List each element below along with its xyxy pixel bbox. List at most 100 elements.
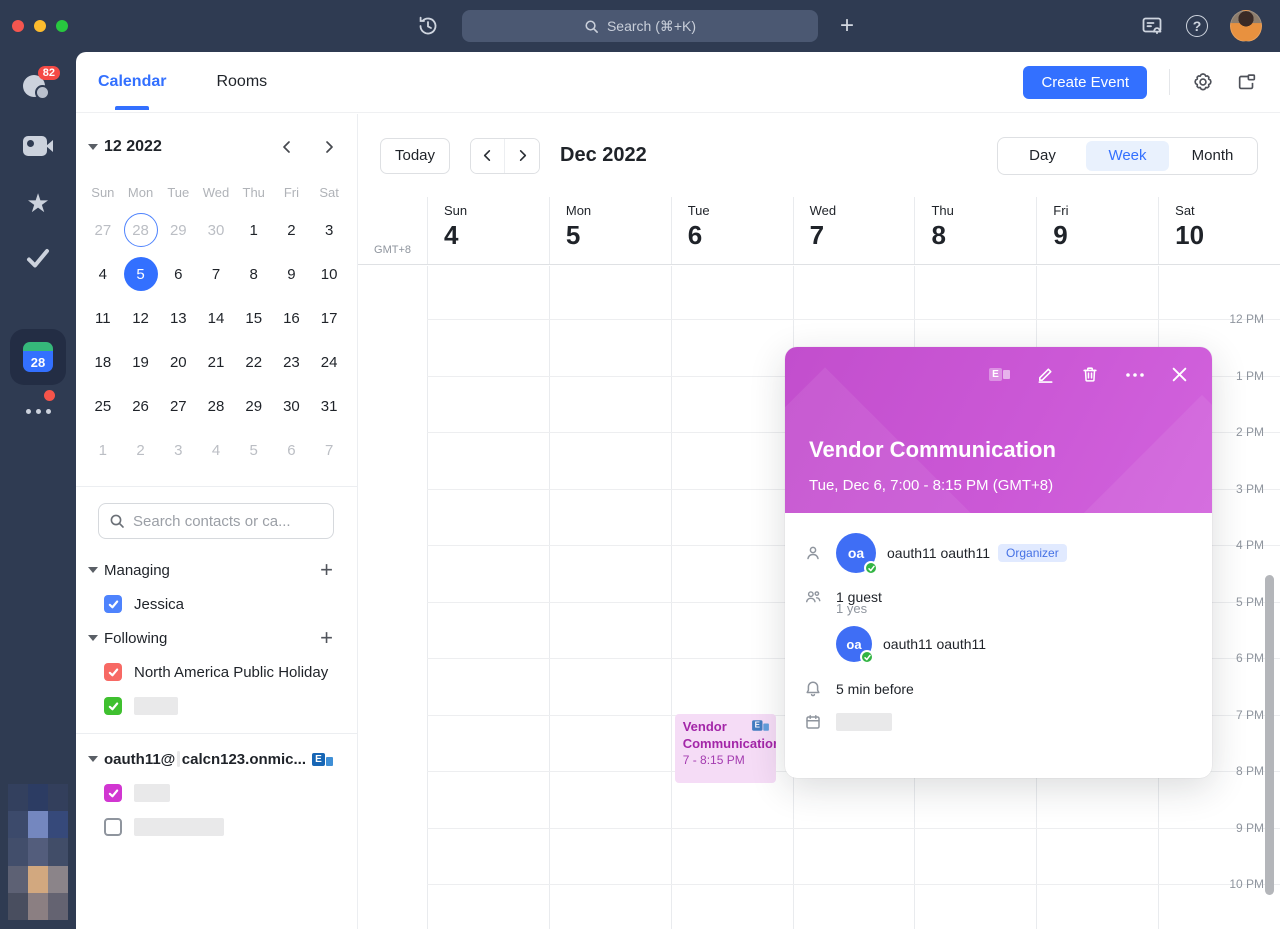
mini-calendar-day[interactable]: 20 [159,340,197,384]
mini-calendar-day[interactable]: 21 [197,340,235,384]
calendar-list-item[interactable] [76,810,357,844]
today-button[interactable]: Today [380,138,450,174]
mini-calendar-day[interactable]: 5 [235,428,273,472]
mini-calendar-day[interactable]: 19 [122,340,160,384]
mini-calendar-day[interactable]: 27 [159,384,197,428]
calendar-checkbox[interactable] [104,784,122,802]
mini-calendar-day[interactable]: 28 [197,384,235,428]
mini-calendar-day[interactable]: 1 [235,208,273,252]
mini-calendar-day[interactable]: 29 [159,208,197,252]
calendar-checkbox[interactable] [104,595,122,613]
event-block-vendor-communication[interactable]: E Vendor Communication 7 - 8:15 PM [675,714,776,783]
day-column[interactable] [671,266,793,929]
mini-calendar-day[interactable]: 6 [159,252,197,296]
caret-down-icon[interactable] [88,635,98,641]
day-header-sun[interactable]: Sun4 [427,197,549,264]
panels-layout-icon[interactable] [1236,71,1258,93]
mini-calendar-day[interactable]: 11 [84,296,122,340]
caret-down-icon[interactable] [88,567,98,573]
tab-calendar[interactable]: Calendar [98,73,166,91]
mini-calendar-day[interactable]: 7 [310,428,348,472]
next-week-button[interactable] [505,139,539,173]
more-options-icon[interactable] [1125,372,1145,378]
sidebar-item-favorites[interactable]: ★ [0,175,76,231]
mini-calendar-day[interactable]: 3 [310,208,348,252]
mini-calendar-day[interactable]: 12 [122,296,160,340]
add-calendar-button[interactable]: + [320,560,333,580]
edit-icon[interactable] [1036,365,1055,384]
mini-calendar-day[interactable]: 7 [197,252,235,296]
mini-calendar-day[interactable]: 30 [197,208,235,252]
mini-calendar-day[interactable]: 10 [310,252,348,296]
day-header-sat[interactable]: Sat10 [1158,197,1280,264]
delete-icon[interactable] [1081,365,1099,384]
minimize-window-button[interactable] [34,20,46,32]
mini-calendar-day[interactable]: 22 [235,340,273,384]
create-event-button[interactable]: Create Event [1023,66,1147,99]
day-header-wed[interactable]: Wed7 [793,197,915,264]
mini-calendar-day[interactable]: 18 [84,340,122,384]
mini-calendar-day[interactable]: 4 [84,252,122,296]
mini-calendar-day[interactable]: 27 [84,208,122,252]
sidebar-item-more[interactable] [0,378,76,434]
calendar-group-header[interactable]: oauth11@calcn123.onmic...E [76,742,357,776]
day-header-thu[interactable]: Thu8 [914,197,1036,264]
tab-rooms[interactable]: Rooms [216,73,267,91]
mini-calendar-day[interactable]: 2 [122,428,160,472]
sidebar-item-messenger[interactable]: 82 [0,60,76,116]
calendar-checkbox[interactable] [104,663,122,681]
mini-calendar-day[interactable]: 14 [197,296,235,340]
announcement-icon[interactable] [1140,14,1164,38]
day-column[interactable] [549,266,671,929]
day-header-mon[interactable]: Mon5 [549,197,671,264]
mini-calendar-day[interactable]: 24 [310,340,348,384]
view-button-month[interactable]: Month [1171,141,1254,171]
day-header-fri[interactable]: Fri9 [1036,197,1158,264]
mini-calendar-day[interactable]: 5 [122,252,160,296]
sidebar-item-tasks[interactable] [0,230,76,286]
window-controls[interactable] [12,20,68,32]
global-search-input[interactable]: Search (⌘+K) [462,10,818,42]
mini-calendar-day[interactable]: 13 [159,296,197,340]
close-icon[interactable] [1171,366,1188,383]
mini-calendar-day[interactable]: 31 [310,384,348,428]
calendar-checkbox[interactable] [104,697,122,715]
guest-row[interactable]: oaoauth11 oauth11 [836,626,1188,662]
add-calendar-button[interactable]: + [320,628,333,648]
vertical-scrollbar[interactable] [1265,575,1274,895]
mini-calendar-day[interactable]: 28 [122,208,160,252]
mini-calendar-next-button[interactable] [321,139,337,155]
mini-calendar-day[interactable]: 17 [310,296,348,340]
mini-calendar-day[interactable]: 15 [235,296,273,340]
mini-calendar-day[interactable]: 26 [122,384,160,428]
view-button-week[interactable]: Week [1086,141,1169,171]
mini-calendar-day[interactable]: 3 [159,428,197,472]
day-header-tue[interactable]: Tue6 [671,197,793,264]
calendar-group-header[interactable]: Following+ [76,621,357,655]
mini-calendar-day[interactable]: 16 [273,296,311,340]
mini-calendar-day[interactable]: 25 [84,384,122,428]
mini-calendar-day[interactable]: 30 [273,384,311,428]
search-contacts-input[interactable]: Search contacts or ca... [98,503,334,539]
calendar-list-item[interactable]: Jessica [76,587,357,621]
history-icon[interactable] [416,14,440,43]
zoom-window-button[interactable] [56,20,68,32]
calendar-list-item[interactable] [76,776,357,810]
settings-gear-icon[interactable] [1192,71,1214,93]
day-column[interactable] [427,266,549,929]
organizer-avatar[interactable]: oa [836,533,876,573]
calendar-list-item[interactable] [76,689,357,723]
caret-down-icon[interactable] [88,144,98,150]
caret-down-icon[interactable] [88,756,98,762]
mini-calendar-day[interactable]: 6 [273,428,311,472]
calendar-checkbox[interactable] [104,818,122,836]
mini-calendar-day[interactable]: 9 [273,252,311,296]
mini-calendar-day[interactable]: 4 [197,428,235,472]
mini-calendar-day[interactable]: 29 [235,384,273,428]
calendar-group-header[interactable]: Managing+ [76,553,357,587]
mini-calendar-day[interactable]: 23 [273,340,311,384]
blurred-profile-avatar[interactable] [8,784,68,920]
prev-week-button[interactable] [471,139,505,173]
close-window-button[interactable] [12,20,24,32]
sidebar-item-meetings[interactable] [0,118,76,174]
